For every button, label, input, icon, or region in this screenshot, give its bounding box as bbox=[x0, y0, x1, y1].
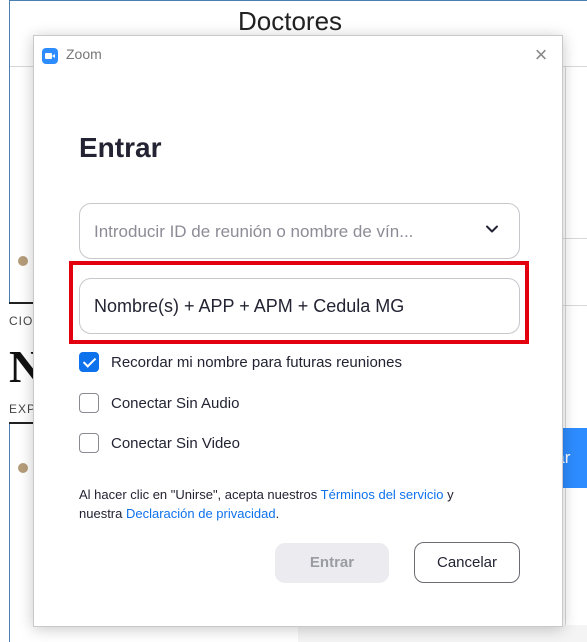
name-input-value: Nombre(s) + APP + APM + Cedula MG bbox=[94, 296, 405, 316]
no-video-checkbox[interactable] bbox=[79, 433, 99, 453]
background-page-title: Doctores bbox=[238, 6, 343, 36]
dialog-heading: Entrar bbox=[79, 132, 162, 163]
background-bullet bbox=[18, 463, 28, 473]
terms-text-part: Al hacer clic en "Unirse", acepta nuestr… bbox=[79, 487, 321, 502]
name-input[interactable]: Nombre(s) + APP + APM + Cedula MG bbox=[79, 278, 520, 334]
background-logo: CIO NA EXP bbox=[9, 302, 35, 424]
close-button[interactable]: × bbox=[528, 42, 554, 68]
meeting-id-placeholder: Introducir ID de reunión o nombre de vín… bbox=[94, 222, 414, 241]
no-video-label: Conectar Sin Video bbox=[111, 434, 240, 452]
terms-of-service-link[interactable]: Términos del servicio bbox=[321, 487, 444, 502]
join-dialog: Zoom × Entrar Introducir ID de reunión o… bbox=[33, 35, 563, 627]
background-logo-text: CIO bbox=[9, 314, 34, 328]
dialog-titlebar: Zoom × bbox=[34, 36, 562, 74]
background-divider bbox=[565, 66, 566, 626]
remember-name-option[interactable]: Recordar mi nombre para futuras reunione… bbox=[79, 351, 402, 373]
no-video-option[interactable]: Conectar Sin Video bbox=[79, 432, 240, 454]
join-button[interactable]: Entrar bbox=[275, 543, 389, 583]
zoom-logo-icon bbox=[42, 48, 58, 64]
no-audio-checkbox[interactable] bbox=[79, 393, 99, 413]
no-audio-option[interactable]: Conectar Sin Audio bbox=[79, 392, 239, 414]
terms-text-part: . bbox=[275, 506, 280, 521]
terms-text: Al hacer clic en "Unirse", acepta nuestr… bbox=[79, 485, 499, 523]
background-footer bbox=[298, 625, 587, 642]
close-icon: × bbox=[534, 42, 548, 67]
privacy-policy-link[interactable]: Declaración de privacidad bbox=[126, 506, 276, 521]
background-divider bbox=[10, 66, 34, 67]
chevron-down-icon[interactable] bbox=[485, 222, 499, 236]
no-audio-label: Conectar Sin Audio bbox=[111, 394, 240, 412]
dialog-app-title: Zoom bbox=[66, 46, 102, 62]
background-logo-text: NA bbox=[9, 340, 33, 393]
cancel-button[interactable]: Cancelar bbox=[414, 542, 520, 583]
meeting-id-input[interactable]: Introducir ID de reunión o nombre de vín… bbox=[79, 203, 520, 259]
background-bullet bbox=[18, 256, 28, 266]
remember-name-label: Recordar mi nombre para futuras reunione… bbox=[111, 353, 402, 371]
check-icon[interactable] bbox=[79, 352, 99, 372]
background-logo-text: EXP bbox=[9, 402, 35, 416]
